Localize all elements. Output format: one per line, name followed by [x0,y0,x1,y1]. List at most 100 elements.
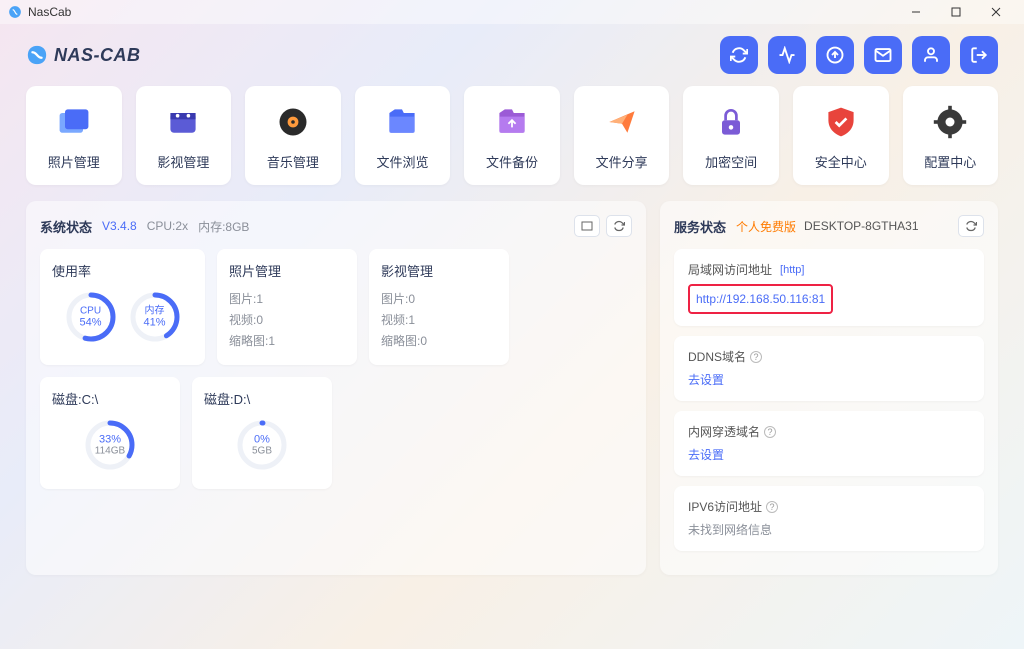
refresh-button[interactable] [720,36,758,74]
info-icon[interactable]: ? [766,501,778,513]
window-titlebar: NasCab [0,0,1024,24]
videos-card: 影视管理 图片:0 视频:1 缩略图:0 [369,249,509,365]
logo-icon [26,44,48,66]
tunnel-group: 内网穿透域名 ? 去设置 [674,411,984,476]
app-label: 安全中心 [815,152,867,171]
gear-icon [932,104,968,140]
upload-button[interactable] [816,36,854,74]
system-status-panel: 系统状态 V3.4.8 CPU:2x 内存:8GB 使用率 CPU54% [26,201,646,575]
card-title: 磁盘:C:\ [52,389,168,408]
stat-line: 图片:1 [229,290,345,307]
app-share[interactable]: 文件分享 [574,86,670,185]
lan-address-group: 局域网访问地址 [http] http://192.168.50.116:81 [674,249,984,326]
cpu-label: CPU [79,305,101,316]
mail-button[interactable] [864,36,902,74]
panel-header: 系统状态 V3.4.8 CPU:2x 内存:8GB [40,215,632,237]
stat-line: 视频:1 [381,311,497,328]
brand-text: NAS-CAB [54,45,141,66]
stat-line: 视频:0 [229,311,345,328]
mem-meta: 内存:8GB [198,218,249,235]
apps-grid: 照片管理 影视管理 音乐管理 文件浏览 文件备份 文件分享 加密空间 安全中心 … [0,86,1024,185]
app-backup[interactable]: 文件备份 [464,86,560,185]
app-movies[interactable]: 影视管理 [136,86,232,185]
music-icon [275,104,311,140]
header-actions [720,36,998,74]
app-label: 文件备份 [486,152,538,171]
lan-url-link[interactable]: http://192.168.50.116:81 [696,292,825,306]
plan-badge: 个人免费版 [736,218,796,235]
window-controls [896,2,1016,22]
service-status-panel: 服务状态 个人免费版 DESKTOP-8GTHA31 局域网访问地址 [http… [660,201,998,575]
cpu-pct: 54% [79,316,101,328]
tunnel-setup-link[interactable]: 去设置 [688,448,724,462]
info-icon[interactable]: ? [750,351,762,363]
ipv6-label: IPV6访问地址 ? [688,498,970,515]
shield-icon [823,104,859,140]
movies-icon [165,104,201,140]
lock-icon [713,104,749,140]
app-label: 音乐管理 [267,152,319,171]
card-title: 影视管理 [381,261,497,280]
app-label: 影视管理 [157,152,209,171]
app-label: 配置中心 [924,152,976,171]
brand-logo: NAS-CAB [26,44,141,66]
cpu-ring: CPU54% [64,290,118,344]
disk-d-size: 5GB [252,446,272,457]
header: NAS-CAB [0,24,1024,86]
logout-button[interactable] [960,36,998,74]
disk-d-ring: 0%5GB [235,418,289,472]
disk-d-pct: 0% [252,433,272,445]
stat-line: 图片:0 [381,290,497,307]
info-icon[interactable]: ? [764,426,776,438]
ipv6-group: IPV6访问地址 ? 未找到网络信息 [674,486,984,551]
app-files[interactable]: 文件浏览 [355,86,451,185]
card-title: 磁盘:D:\ [204,389,320,408]
close-button[interactable] [976,2,1016,22]
mem-pct: 41% [143,316,165,328]
host-name: DESKTOP-8GTHA31 [804,219,918,233]
backup-icon [494,104,530,140]
app-label: 照片管理 [48,152,100,171]
ddns-label: DDNS域名 ? [688,348,970,365]
ddns-setup-link[interactable]: 去设置 [688,373,724,387]
card-title: 使用率 [52,261,193,280]
app-security[interactable]: 安全中心 [793,86,889,185]
disk-c-card: 磁盘:C:\ 33%114GB [40,377,180,489]
activity-button[interactable] [768,36,806,74]
files-icon [384,104,420,140]
lan-label: 局域网访问地址 [http] [688,261,970,278]
usage-card: 使用率 CPU54% 内存41% [40,249,205,365]
window-title: NasCab [28,5,71,19]
minimize-button[interactable] [896,2,936,22]
ipv6-msg: 未找到网络信息 [688,523,772,537]
version-text: V3.4.8 [102,219,137,233]
dashboard-panels: 系统状态 V3.4.8 CPU:2x 内存:8GB 使用率 CPU54% [0,185,1024,575]
photos-icon [56,104,92,140]
user-button[interactable] [912,36,950,74]
expand-button[interactable] [574,215,600,237]
panel-title: 服务状态 [674,217,726,236]
app-encrypt[interactable]: 加密空间 [683,86,779,185]
stat-grid: 使用率 CPU54% 内存41% 照片管理 图片:1 视频:0 缩略图 [40,249,632,489]
app-label: 文件浏览 [376,152,428,171]
disk-d-card: 磁盘:D:\ 0%5GB [192,377,332,489]
panel-refresh-button[interactable] [958,215,984,237]
ddns-group: DDNS域名 ? 去设置 [674,336,984,401]
app-icon [8,5,22,19]
app-photos[interactable]: 照片管理 [26,86,122,185]
app-label: 加密空间 [705,152,757,171]
disk-c-pct: 33% [95,433,125,445]
disk-c-ring: 33%114GB [83,418,137,472]
maximize-button[interactable] [936,2,976,22]
app-label: 文件分享 [596,152,648,171]
mem-ring: 内存41% [128,290,182,344]
tunnel-label: 内网穿透域名 ? [688,423,970,440]
photos-card: 照片管理 图片:1 视频:0 缩略图:1 [217,249,357,365]
panel-header: 服务状态 个人免费版 DESKTOP-8GTHA31 [674,215,984,237]
http-tag[interactable]: [http] [780,264,804,276]
panel-refresh-button[interactable] [606,215,632,237]
app-music[interactable]: 音乐管理 [245,86,341,185]
lan-url-highlight: http://192.168.50.116:81 [688,284,833,314]
stat-line: 缩略图:1 [229,332,345,349]
app-settings[interactable]: 配置中心 [903,86,999,185]
